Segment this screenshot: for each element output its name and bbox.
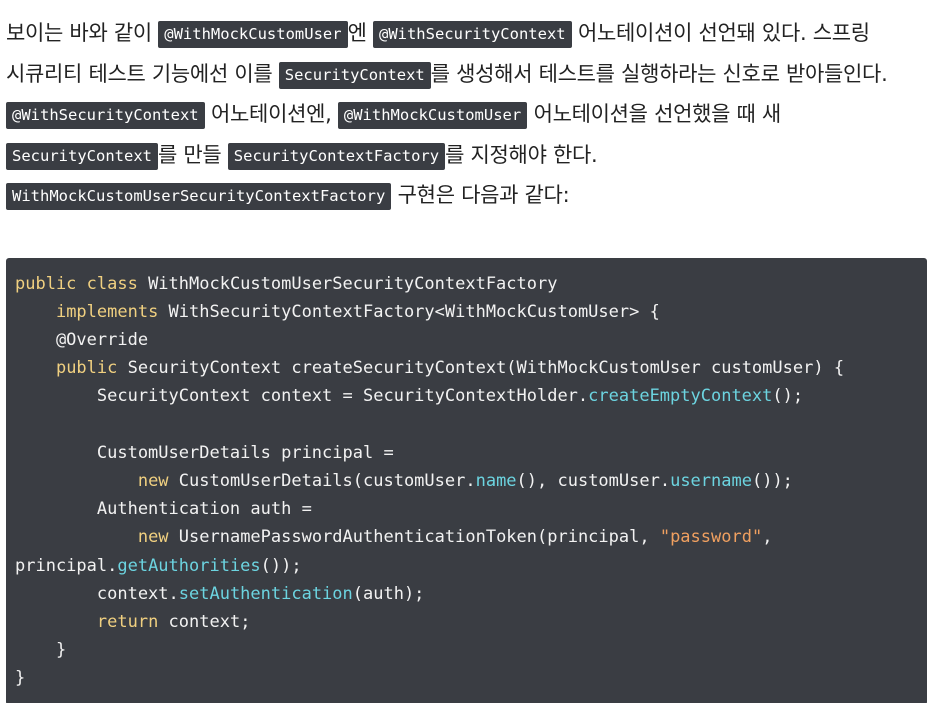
inline-code-with-mock-custom-user: @WithMockCustomUser (337, 102, 528, 129)
method-name: createEmptyContext (588, 386, 773, 407)
code-line-1: public class WithMockCustomUserSecurityC… (15, 273, 558, 294)
inline-code-with-security-context: @WithSecurityContext (372, 21, 572, 48)
code-line-13: return context; (96, 611, 251, 632)
code-line-2: implements WithSecurityContextFactory<Wi… (55, 301, 660, 322)
method-name: username (670, 470, 752, 491)
inline-code-with-security-context: @WithSecurityContext (6, 102, 205, 129)
code-line-11: principal.getAuthorities()); (15, 555, 302, 576)
body-paragraph: 보이는 바와 같이 @WithMockCustomUser 엔 @WithSecu… (6, 14, 930, 217)
string-literal: "password" (659, 527, 763, 548)
code-line-7: CustomUserDetails principal = (15, 442, 394, 463)
text-run: 를 생성해서 테스트를 실행하라는 신호로 받아들인다. (430, 61, 888, 86)
code-line-5: SecurityContext context = SecurityContex… (15, 386, 804, 407)
inline-code-factory-class: WithMockCustomUserSecurityContextFactory (6, 183, 392, 210)
inline-code-security-context-factory: SecurityContextFactory (227, 142, 446, 170)
text-run: 를 지정해야 한다. (445, 142, 598, 167)
keyword: implements (55, 301, 159, 322)
method-name: name (475, 470, 517, 491)
code-line-15: } (15, 668, 26, 689)
code-block[interactable]: public class WithMockCustomUserSecurityC… (6, 257, 927, 703)
method-name: getAuthorities (117, 555, 261, 576)
text-run: 어노테이션엔, (204, 102, 338, 126)
code-line-14: } (15, 640, 67, 661)
text-run: 보이는 바와 같이 (6, 21, 159, 45)
text-run: 엔 (347, 21, 373, 45)
inline-code-security-context: SecurityContext (6, 142, 158, 170)
document-page: 보이는 바와 같이 @WithMockCustomUser 엔 @WithSecu… (0, 0, 936, 703)
keyword: new (137, 527, 169, 548)
keyword: new (137, 470, 169, 491)
code-line-9: Authentication auth = (15, 499, 312, 520)
inline-code-security-context: SecurityContext (278, 61, 431, 89)
code-line-4: public SecurityContext createSecurityCon… (55, 358, 845, 379)
code-line-10: new UsernamePasswordAuthenticationToken(… (137, 527, 773, 548)
keyword: public class (15, 273, 138, 294)
method-name: setAuthentication (178, 583, 353, 604)
keyword: return (96, 611, 159, 632)
code-line-3: @Override (15, 329, 149, 350)
code-line-8: new CustomUserDetails(customUser.name(),… (137, 470, 793, 491)
code-content: public class WithMockCustomUserSecurityC… (15, 270, 927, 693)
inline-code-with-mock-custom-user: @WithMockCustomUser (158, 21, 348, 48)
text-run: 구현은 다음과 같다: (391, 183, 570, 207)
code-line-12: context.setAuthentication(auth); (15, 583, 425, 604)
keyword: public (55, 358, 118, 379)
text-run: 를 만들 (157, 142, 228, 167)
text-run: 어노테이션을 선언했을 때 새 (527, 102, 782, 126)
